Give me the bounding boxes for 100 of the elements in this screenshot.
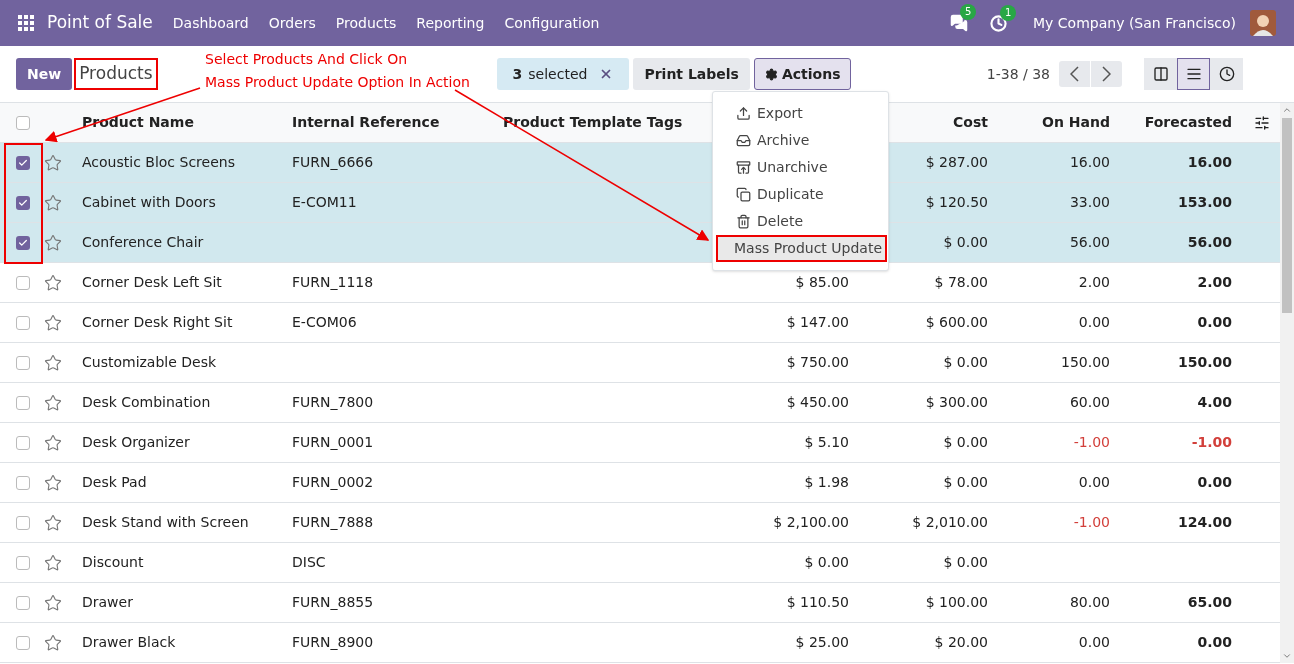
star-icon[interactable]: [44, 273, 62, 292]
nav-menu-item[interactable]: Reporting: [416, 12, 485, 34]
star-icon[interactable]: [44, 473, 62, 492]
table-cell-text: $ 300.00: [924, 393, 989, 412]
selection-label: selected: [528, 64, 588, 84]
star-icon[interactable]: [44, 633, 62, 652]
table-cell-text: $ 78.00: [933, 273, 989, 292]
checkbox[interactable]: [16, 435, 30, 450]
copy-icon: [736, 187, 751, 202]
check-icon: [18, 157, 28, 168]
checkbox[interactable]: [16, 195, 30, 210]
table-cell-text: $ 20.00: [933, 633, 989, 652]
table-cell-text: Conference Chair: [81, 233, 205, 252]
table-cell-text: 0.00: [1077, 633, 1111, 652]
checkbox[interactable]: [16, 275, 30, 290]
avatar[interactable]: [1250, 10, 1276, 36]
previous-page-button[interactable]: [1059, 61, 1090, 87]
menu-item[interactable]: Mass Product Update: [716, 235, 887, 262]
actions-button[interactable]: Actions: [753, 58, 852, 90]
activity-count-badge: 1: [1000, 4, 1017, 21]
scrollbar[interactable]: [1280, 103, 1294, 663]
table-cell-text: FURN_8900: [292, 633, 375, 652]
table-cell-text: Corner Desk Left Sit: [81, 273, 223, 292]
star-icon[interactable]: [44, 353, 62, 372]
checkbox[interactable]: [16, 595, 30, 610]
table-cell-text: 0.00: [1077, 473, 1111, 492]
checkbox[interactable]: [16, 475, 30, 490]
table-cell-text: $ 0.00: [942, 473, 989, 492]
table-cell-text: Desk Combination: [81, 393, 212, 412]
app-name[interactable]: Point of Sale: [47, 10, 153, 36]
column-header[interactable]: Internal Reference: [292, 112, 503, 133]
view-switch-button[interactable]: [1177, 58, 1210, 90]
kanban-icon: [1152, 66, 1169, 82]
table-cell-text: FURN_0001: [292, 433, 375, 452]
apps-grid-icon[interactable]: [18, 15, 34, 31]
nav-menu-item[interactable]: Products: [335, 12, 397, 34]
check-icon: [18, 197, 28, 208]
star-icon[interactable]: [44, 313, 62, 332]
star-icon[interactable]: [44, 433, 62, 452]
table-cell-text: FURN_6666: [292, 153, 375, 172]
table-cell-text: 124.00: [1176, 513, 1233, 532]
table-cell-text: 16.00: [1068, 153, 1111, 172]
star-icon[interactable]: [44, 193, 62, 212]
menu-item[interactable]: Unarchive: [716, 154, 887, 181]
table-cell-text: $ 600.00: [924, 313, 989, 332]
checkbox[interactable]: [16, 235, 30, 250]
table-cell-text: $ 0.00: [942, 353, 989, 372]
checkbox[interactable]: [16, 555, 30, 570]
next-page-button[interactable]: [1091, 61, 1122, 87]
checkbox[interactable]: [16, 115, 30, 130]
sliders-icon[interactable]: [1254, 114, 1270, 131]
table-cell-text: $ 100.00: [924, 593, 989, 612]
table-cell-text: -1.00: [1072, 433, 1111, 452]
star-icon[interactable]: [44, 513, 62, 532]
checkbox[interactable]: [16, 315, 30, 330]
checkbox[interactable]: [16, 635, 30, 650]
nav-menu-item[interactable]: Dashboard: [172, 12, 249, 34]
column-header[interactable]: On Hand: [1000, 112, 1122, 133]
column-header[interactable]: Forecasted: [1122, 112, 1244, 133]
checkbox[interactable]: [16, 515, 30, 530]
nav-menu-item[interactable]: Orders: [268, 12, 316, 34]
inbox-icon: [736, 133, 751, 148]
table-cell-text: FURN_7888: [292, 513, 375, 532]
annotation-text: Select Products And Click On Mass Product Update Option In Action: [205, 50, 470, 92]
nav-menu-item[interactable]: Configuration: [504, 12, 600, 34]
view-switch-button[interactable]: [1144, 58, 1177, 90]
table-cell-text: Desk Pad: [81, 473, 148, 492]
view-switch-button[interactable]: [1210, 58, 1243, 90]
print-labels-button[interactable]: Print Labels: [633, 58, 750, 90]
checkbox[interactable]: [16, 395, 30, 410]
star-icon[interactable]: [44, 593, 62, 612]
table-cell-text: 150.00: [1060, 353, 1111, 372]
star-icon[interactable]: [44, 553, 62, 572]
message-count-badge: 5: [960, 4, 977, 20]
menu-item[interactable]: Export: [716, 100, 887, 127]
chat-icon[interactable]: [950, 14, 969, 32]
company-name[interactable]: My Company (San Francisco): [1033, 12, 1236, 34]
table-cell-text: E-COM06: [292, 313, 358, 332]
table-cell-text: $ 750.00: [785, 353, 850, 372]
table-cell-text: $ 287.00: [924, 153, 989, 172]
table-cell-text: $ 25.00: [794, 633, 850, 652]
table-cell-text: 65.00: [1186, 593, 1233, 612]
menu-item[interactable]: Duplicate: [716, 181, 887, 208]
table-cell-text: $ 85.00: [794, 273, 850, 292]
checkbox[interactable]: [16, 355, 30, 370]
new-button[interactable]: New: [16, 58, 73, 90]
star-icon[interactable]: [44, 153, 62, 172]
check-icon: [18, 237, 28, 248]
clock-icon[interactable]: [990, 14, 1008, 32]
table-cell-text: FURN_0002: [292, 473, 375, 492]
star-icon[interactable]: [44, 233, 62, 252]
scroll-down-icon[interactable]: [1282, 651, 1292, 661]
table-cell-text: $ 147.00: [785, 313, 850, 332]
chevron-left-icon: [1070, 66, 1079, 82]
table-cell-text: Drawer: [81, 593, 134, 612]
table-cell-text: $ 450.00: [785, 393, 850, 412]
star-icon[interactable]: [44, 393, 62, 412]
scroll-up-icon[interactable]: [1282, 105, 1292, 115]
table-cell-text: Drawer Black: [81, 633, 177, 652]
checkbox[interactable]: [16, 155, 30, 170]
